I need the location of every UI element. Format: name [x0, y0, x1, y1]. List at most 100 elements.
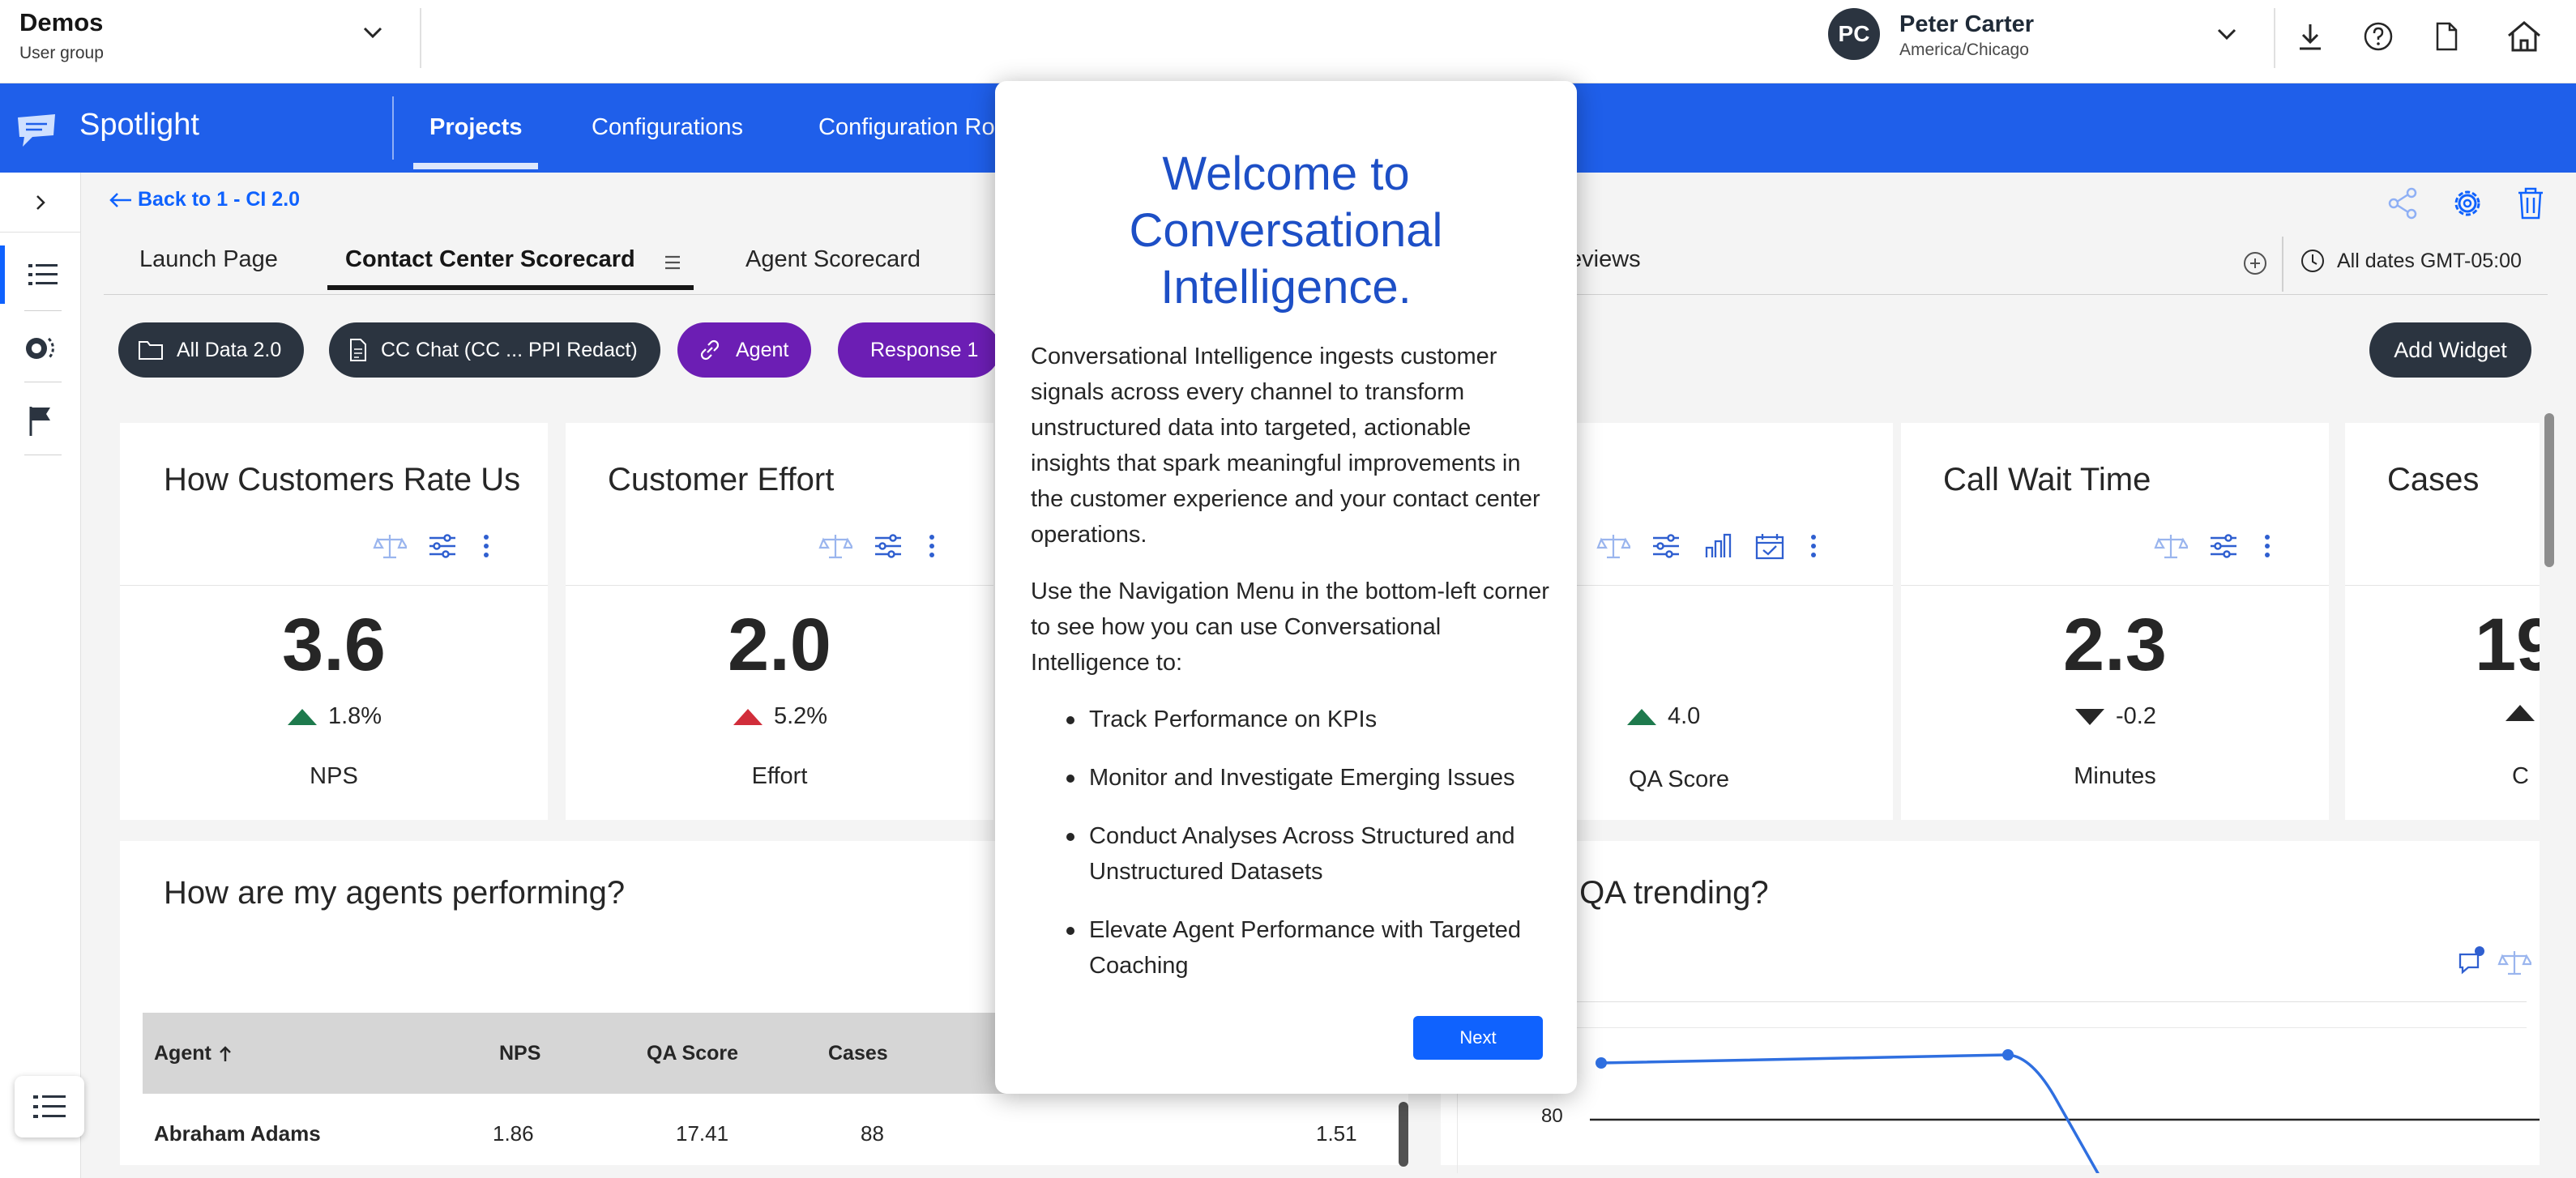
card-toolbar	[373, 531, 494, 561]
dialog-title-line: Conversational	[1129, 204, 1443, 257]
triangle-up-icon	[1627, 708, 1656, 725]
left-sidebar	[0, 173, 81, 1178]
help-icon[interactable]	[2361, 19, 2395, 53]
triangle-up-icon	[733, 708, 763, 725]
sidebar-item-insights[interactable]	[0, 323, 81, 373]
sidebar-item-list[interactable]	[0, 245, 81, 304]
overflow-menu-icon[interactable]	[1805, 531, 1822, 561]
add-widget-button[interactable]: Add Widget	[2369, 322, 2531, 378]
expand-sidebar-button[interactable]	[0, 173, 81, 233]
sidebar-item-flags[interactable]	[0, 396, 81, 446]
tab-reviews[interactable]: eviews	[1569, 246, 1641, 273]
cell-cases: 88	[861, 1121, 884, 1146]
dialog-paragraph: Conversational Intelligence ingests cust…	[1031, 344, 1540, 548]
group-title: Demos	[19, 8, 104, 36]
chip-label: Response 1	[870, 338, 979, 361]
chevron-down-icon[interactable]	[2211, 18, 2243, 50]
date-filter[interactable]: All dates GMT-05:00	[2300, 248, 2522, 274]
column-header-agent[interactable]: Agent	[154, 1042, 233, 1065]
sliders-icon[interactable]	[426, 531, 459, 561]
divider	[2282, 237, 2283, 292]
overflow-menu-icon[interactable]	[924, 531, 940, 561]
trash-icon[interactable]	[2512, 185, 2549, 222]
top-bar: Demos User group PC Peter Carter America…	[0, 0, 2576, 83]
page-scrollbar[interactable]	[2544, 413, 2554, 567]
kpi-card-wait-time: Call Wait Time 2.3 -0.2 Minutes	[1901, 423, 2329, 820]
chip-agent[interactable]: Agent	[677, 322, 812, 378]
divider	[24, 310, 62, 311]
column-header-qa-score[interactable]: QA Score	[647, 1042, 738, 1065]
kpi-label: Effort	[751, 763, 808, 789]
dialog-list: Track Performance on KPIs Monitor and In…	[1031, 702, 1549, 1006]
divider	[392, 96, 394, 160]
kpi-card-nps: How Customers Rate Us 3.6 1.8% NPS	[120, 423, 548, 820]
bar-chart-icon[interactable]	[1702, 531, 1734, 561]
document-icon	[350, 339, 366, 361]
welcome-dialog: Welcome to Conversational Intelligence. …	[995, 81, 1577, 1094]
card-toolbar	[818, 531, 940, 561]
kpi-value: 19	[2475, 604, 2540, 686]
kpi-value: 2.3	[2063, 604, 2167, 686]
scale-icon[interactable]	[2154, 531, 2188, 561]
share-icon[interactable]	[2384, 185, 2421, 222]
nav-tab-configurations[interactable]: Configurations	[592, 114, 743, 141]
flag-icon	[29, 407, 50, 436]
avatar[interactable]: PC	[1828, 8, 1880, 60]
kpi-delta-value: 1.8%	[327, 703, 382, 729]
card-toolbar	[1596, 531, 1822, 561]
list-item: Conduct Analyses Across Structured and U…	[1031, 818, 1549, 890]
tab-agent-scorecard[interactable]: Agent Scorecard	[745, 246, 921, 273]
dialog-title-line: Welcome to	[1162, 147, 1410, 200]
scale-icon[interactable]	[373, 531, 407, 561]
tab-launch-page[interactable]: Launch Page	[139, 246, 278, 273]
calendar-check-icon[interactable]	[1754, 531, 1786, 561]
chevron-down-icon[interactable]	[357, 16, 389, 49]
sliders-icon[interactable]	[1650, 531, 1682, 561]
add-tab-icon[interactable]	[2241, 250, 2269, 277]
overflow-menu-icon[interactable]	[2259, 531, 2275, 561]
chip-label: Agent	[736, 338, 789, 361]
list-icon	[33, 1095, 66, 1118]
tab-contact-center-scorecard[interactable]: Contact Center Scorecard	[345, 246, 635, 273]
navigation-menu-button[interactable]	[15, 1076, 84, 1137]
chip-response[interactable]: Response 1	[838, 322, 1000, 378]
column-header-cases[interactable]: Cases	[828, 1042, 888, 1065]
chip-cc-chat[interactable]: CC Chat (CC ... PPI Redact)	[329, 322, 660, 378]
download-icon[interactable]	[2293, 19, 2327, 53]
card-title: Cases	[2387, 462, 2480, 497]
chip-all-data[interactable]: All Data 2.0	[118, 322, 305, 378]
table-scrollbar[interactable]	[1399, 1102, 1408, 1167]
active-tab-indicator	[327, 285, 694, 290]
kpi-value: 3.6	[282, 604, 386, 686]
kpi-label: C	[2512, 763, 2529, 789]
menu-icon[interactable]	[663, 253, 682, 272]
overflow-menu-icon[interactable]	[478, 531, 494, 561]
gear-icon[interactable]	[2449, 185, 2486, 222]
nav-tab-configuration-rules[interactable]: Configuration Ro	[818, 114, 995, 141]
home-icon[interactable]	[2506, 19, 2543, 53]
group-subtitle: User group	[19, 44, 104, 62]
qa-trend-panel: s QA trending? 80	[1441, 841, 2540, 1173]
qa-trend-line	[1590, 1049, 2540, 1173]
back-link[interactable]: Back to 1 - CI 2.0	[109, 188, 300, 211]
dialog-title: Welcome to Conversational Intelligence.	[995, 146, 1577, 316]
next-button[interactable]: Next	[1413, 1016, 1543, 1060]
scale-icon[interactable]	[1596, 531, 1630, 561]
scale-icon[interactable]	[818, 531, 852, 561]
kpi-delta	[2504, 703, 2540, 723]
nav-tab-projects[interactable]: Projects	[429, 114, 522, 141]
sliders-icon[interactable]	[2207, 531, 2240, 561]
list-icon	[28, 264, 58, 285]
list-item: Track Performance on KPIs	[1031, 702, 1549, 737]
dialog-title-line: Intelligence.	[1160, 261, 1412, 314]
sliders-icon[interactable]	[872, 531, 904, 561]
kpi-delta: 1.8%	[120, 703, 548, 730]
dialog-paragraph: Use the Navigation Menu in the bottom-le…	[1031, 578, 1549, 676]
column-header-nps[interactable]: NPS	[499, 1042, 540, 1065]
chat-logo-icon	[18, 114, 55, 147]
kpi-delta-value: 4.0	[1668, 703, 1701, 729]
link-icon	[700, 339, 720, 361]
triangle-up-icon	[287, 708, 317, 725]
document-icon[interactable]	[2429, 19, 2463, 53]
panel-title: How are my agents performing?	[164, 875, 626, 911]
